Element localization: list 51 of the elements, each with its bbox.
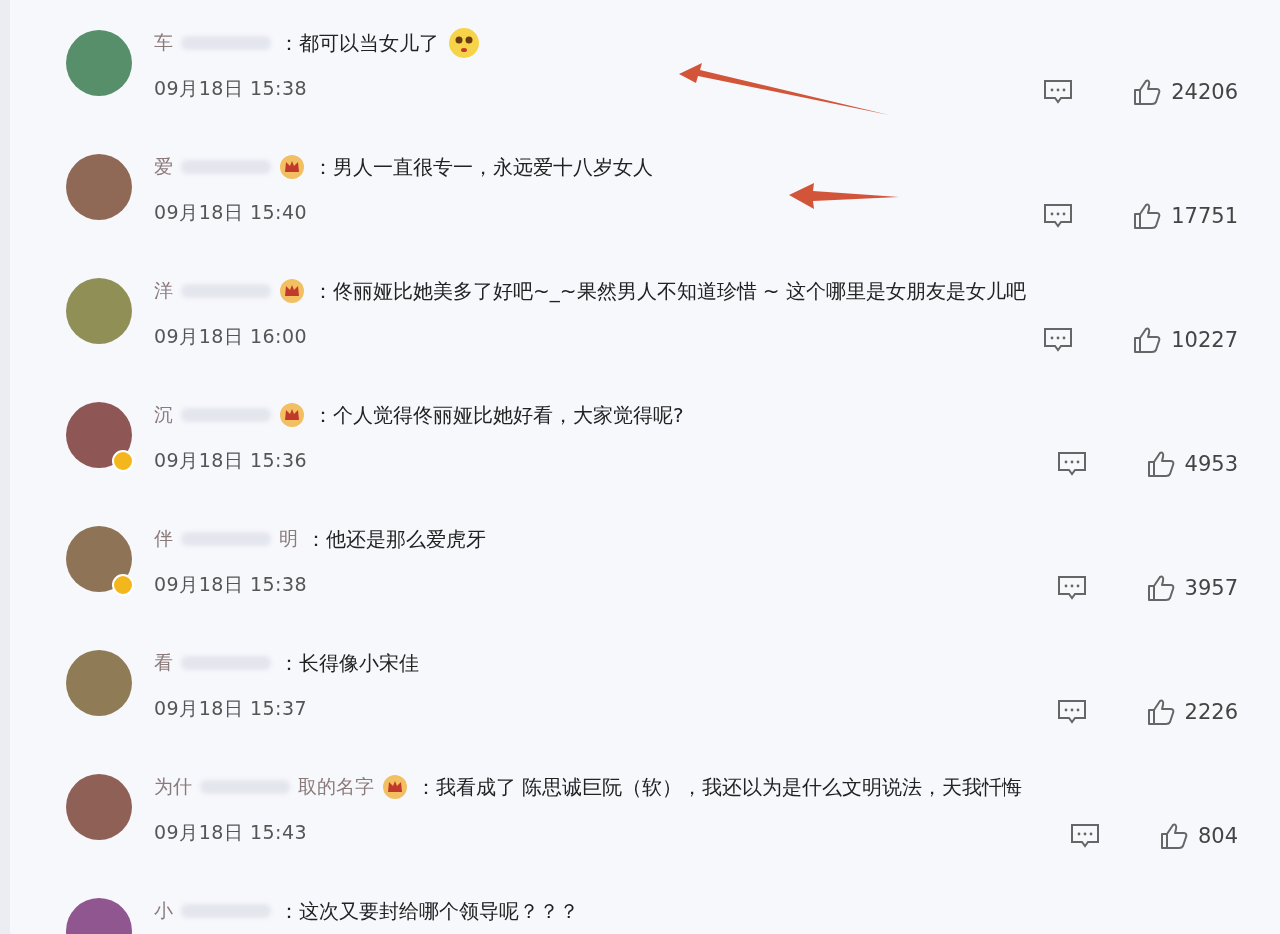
username[interactable]: 明 xyxy=(279,526,298,552)
like-count: 2226 xyxy=(1184,700,1238,724)
username[interactable]: 爱 xyxy=(154,154,173,180)
comment-text: ：我看成了 陈思诚巨阮（软），我还以为是什么文明说法，天我忏悔 xyxy=(416,773,1023,801)
smiley-emoji-icon xyxy=(447,26,481,60)
comment-time: 09月18日 15:36 xyxy=(154,448,308,473)
comment-time: 09月18日 15:38 xyxy=(154,76,308,101)
like-count: 3957 xyxy=(1184,576,1238,600)
comment-text: ：这次又要封给哪个领导呢？？？ xyxy=(279,897,579,925)
comment-text: ：男人一直很专一，永远爱十八岁女人 xyxy=(313,153,653,181)
username[interactable]: 车 xyxy=(154,30,173,56)
comment-icon[interactable] xyxy=(1056,451,1087,477)
comment-time: 09月18日 15:40 xyxy=(154,200,308,225)
username[interactable]: 洋 xyxy=(154,278,173,304)
thumbs-up-icon[interactable] xyxy=(1146,450,1175,478)
thumbs-up-icon[interactable] xyxy=(1146,574,1175,602)
like-count: 4953 xyxy=(1184,452,1238,476)
comment-text: ：佟丽娅比她美多了好吧~_~果然男人不知道珍惜 ~ 这个哪里是女朋友是女儿吧 xyxy=(313,277,1026,305)
username[interactable]: 伴 xyxy=(154,526,173,552)
username[interactable]: 沉 xyxy=(154,402,173,428)
comment-icon[interactable] xyxy=(1043,79,1074,105)
comment-icon[interactable] xyxy=(1056,699,1087,725)
like-count: 17751 xyxy=(1171,204,1238,228)
comment-icon[interactable] xyxy=(1056,575,1087,601)
crown-badge-icon xyxy=(279,278,305,304)
comment-text: ：都可以当女儿了 xyxy=(279,29,439,57)
like-count: 804 xyxy=(1197,824,1238,848)
username[interactable]: 小 xyxy=(154,898,173,924)
comment-time: 09月18日 15:43 xyxy=(154,820,308,845)
username[interactable]: 看 xyxy=(154,650,173,676)
crown-badge-icon xyxy=(382,774,408,800)
like-count: 24206 xyxy=(1171,80,1238,104)
comment-text: ：个人觉得佟丽娅比她好看，大家觉得呢? xyxy=(313,401,684,429)
thumbs-up-icon[interactable] xyxy=(1159,822,1188,850)
crown-badge-icon xyxy=(279,154,305,180)
comment-icon[interactable] xyxy=(1069,823,1100,849)
thumbs-up-icon[interactable] xyxy=(1133,326,1162,354)
comment-time: 09月18日 16:00 xyxy=(154,324,308,349)
username[interactable]: 为什 xyxy=(154,774,192,800)
thumbs-up-icon[interactable] xyxy=(1133,78,1162,106)
thumbs-up-icon[interactable] xyxy=(1133,202,1162,230)
comment-time: 09月18日 15:38 xyxy=(154,572,308,597)
crown-badge-icon xyxy=(279,402,305,428)
like-count: 10227 xyxy=(1171,328,1238,352)
thumbs-up-icon[interactable] xyxy=(1146,698,1175,726)
comment-text: ：长得像小宋佳 xyxy=(279,649,419,677)
username[interactable]: 取的名字 xyxy=(298,774,374,800)
comment-time: 09月18日 15:37 xyxy=(154,696,308,721)
comment-text: ：他还是那么爱虎牙 xyxy=(306,525,486,553)
comment-icon[interactable] xyxy=(1043,203,1074,229)
comment-icon[interactable] xyxy=(1043,327,1074,353)
